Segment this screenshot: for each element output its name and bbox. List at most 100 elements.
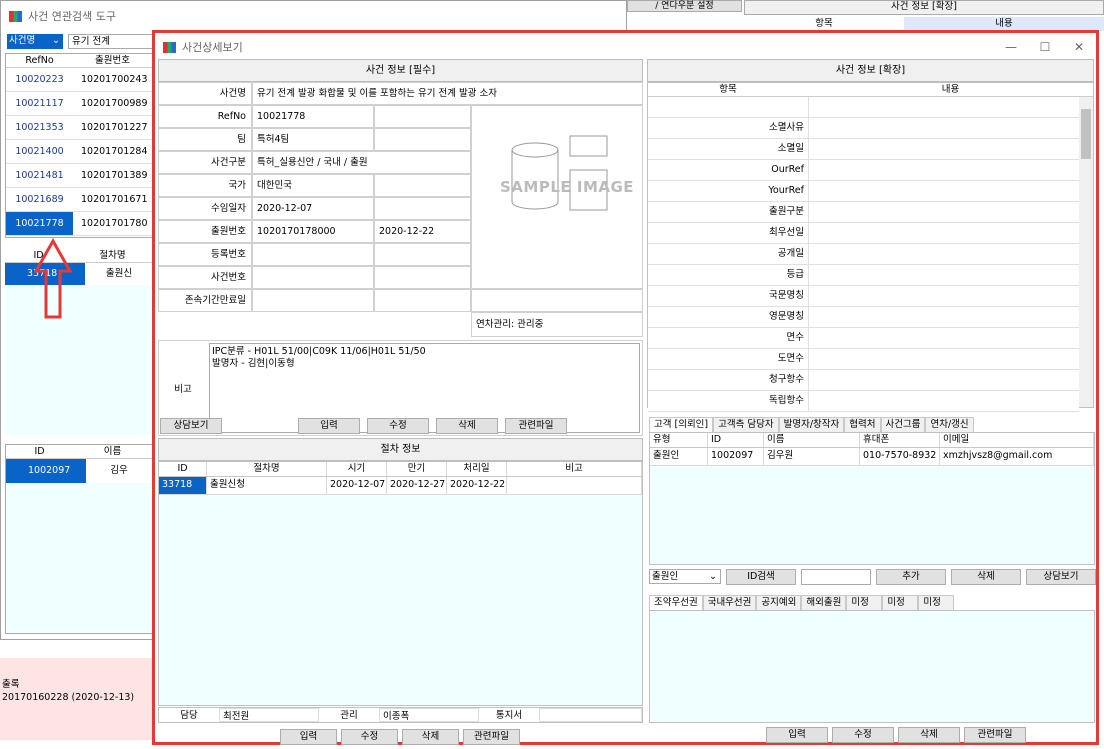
files-button[interactable]: 관련파일 bbox=[505, 418, 567, 434]
tab-client[interactable]: 연차/갱신 bbox=[925, 417, 974, 432]
status-text: 20170160228 (2020-12-13) bbox=[2, 692, 135, 703]
list-item[interactable]: 1002097 김우 bbox=[6, 459, 152, 483]
table-row[interactable]: 33718 출원신청 2020-12-07 2020-12-27 2020-12-22 bbox=[159, 477, 642, 495]
ext-item-value[interactable] bbox=[808, 307, 1079, 328]
bg-top-button[interactable]: / 연다우분 설정 bbox=[627, 0, 742, 12]
cell: 10021400 bbox=[6, 140, 73, 163]
tab-client[interactable]: 협력처 bbox=[844, 417, 881, 432]
country-label: 국가 bbox=[158, 174, 252, 197]
ext-row[interactable]: 출원구분 bbox=[648, 202, 1079, 223]
list-item[interactable]: 10020223 10201700243 bbox=[6, 68, 152, 92]
ext-row[interactable]: 도면수 bbox=[648, 349, 1079, 370]
close-icon[interactable]: ✕ bbox=[1062, 40, 1096, 54]
proc-files-button[interactable]: 관련파일 bbox=[463, 729, 520, 745]
ext-row[interactable]: 최우선일 bbox=[648, 223, 1079, 244]
cell bbox=[507, 477, 642, 494]
tab-priority[interactable]: 공지예외 bbox=[756, 595, 802, 610]
bottom-delete-button[interactable]: 삭제 bbox=[898, 727, 960, 743]
client-consult-button[interactable]: 상담보기 bbox=[1026, 569, 1096, 585]
receipt-date-field[interactable]: 2020-12-07 bbox=[252, 197, 374, 220]
ext-item-value[interactable] bbox=[808, 349, 1079, 370]
search-type-dropdown[interactable]: 사건명 ⌄ bbox=[7, 34, 63, 49]
maximize-icon[interactable]: ☐ bbox=[1028, 40, 1062, 54]
list-item[interactable]: 33718 출원신 bbox=[5, 263, 153, 285]
proc-input-button[interactable]: 입력 bbox=[280, 729, 337, 745]
edit-button[interactable]: 수정 bbox=[367, 418, 429, 434]
tab-client[interactable]: 발명자/창작자 bbox=[778, 417, 845, 432]
appdate-field[interactable]: 2020-12-22 bbox=[374, 220, 471, 243]
refno-field[interactable]: 10021778 bbox=[252, 105, 374, 128]
list-item[interactable]: 10021778 10201701780 bbox=[6, 212, 152, 236]
ext-item-value[interactable] bbox=[808, 160, 1079, 181]
bottom-input-button[interactable]: 입력 bbox=[766, 727, 828, 743]
id-input[interactable] bbox=[801, 569, 871, 585]
ext-item-value[interactable] bbox=[808, 139, 1079, 160]
client-type-dropdown[interactable]: 출원인 ⌄ bbox=[649, 569, 721, 584]
ext-item-value[interactable] bbox=[808, 118, 1079, 139]
tab-priority[interactable]: 미정 bbox=[918, 595, 955, 610]
manager-field[interactable]: 최전원 bbox=[219, 708, 319, 722]
ext-item-value[interactable] bbox=[808, 97, 1079, 118]
ext-row[interactable]: OurRef bbox=[648, 160, 1079, 181]
admin-field[interactable]: 이종폭 bbox=[379, 708, 479, 722]
tab-client[interactable]: 사건그룹 bbox=[880, 417, 926, 432]
ext-item-value[interactable] bbox=[808, 265, 1079, 286]
regno-field[interactable] bbox=[252, 243, 374, 266]
table-row[interactable]: 출원인 1002097 김우원 010-7570-8932 xmzhjvsz8@gmai… bbox=[650, 448, 1094, 466]
bottom-files-button[interactable]: 관련파일 bbox=[964, 727, 1026, 743]
scrollbar-thumb[interactable] bbox=[1081, 109, 1091, 159]
proc-delete-button[interactable]: 삭제 bbox=[402, 729, 459, 745]
scrollbar[interactable] bbox=[1079, 97, 1093, 407]
client-delete-button[interactable]: 삭제 bbox=[951, 569, 1021, 585]
tab-priority[interactable]: 미정 bbox=[882, 595, 919, 610]
case-name-field[interactable]: 유기 전계 발광 화합물 및 이를 포함하는 유기 전계 발광 소자 bbox=[252, 82, 643, 105]
ext-row[interactable]: 등급 bbox=[648, 265, 1079, 286]
bottom-edit-button[interactable]: 수정 bbox=[832, 727, 894, 743]
appno-field[interactable]: 1020170178000 bbox=[252, 220, 374, 243]
type-field[interactable]: 특허_실용신안 / 국내 / 출원 bbox=[252, 151, 471, 174]
ext-row[interactable]: 영문명칭 bbox=[648, 307, 1079, 328]
ext-row[interactable]: YourRef bbox=[648, 181, 1079, 202]
delete-button[interactable]: 삭제 bbox=[436, 418, 498, 434]
list-item[interactable]: 10021117 10201700989 bbox=[6, 92, 152, 116]
add-button[interactable]: 추가 bbox=[876, 569, 946, 585]
team-field[interactable]: 특허4팀 bbox=[252, 128, 374, 151]
minimize-icon[interactable]: — bbox=[994, 40, 1028, 54]
list-item[interactable]: 10021400 10201701284 bbox=[6, 140, 152, 164]
tab-priority[interactable]: 미정 bbox=[846, 595, 883, 610]
ext-row[interactable]: 현재상태 bbox=[648, 97, 1079, 118]
ext-item-value[interactable] bbox=[808, 370, 1079, 391]
ext-item-value[interactable] bbox=[808, 391, 1079, 412]
ext-item-value[interactable] bbox=[808, 244, 1079, 265]
proc-edit-button[interactable]: 수정 bbox=[341, 729, 398, 745]
list-item[interactable]: 10021481 10201701389 bbox=[6, 164, 152, 188]
notice-field[interactable] bbox=[539, 708, 642, 722]
tab-priority[interactable]: 국내우선권 bbox=[702, 595, 757, 610]
tab-priority[interactable]: 해외출원 bbox=[801, 595, 847, 610]
ext-row[interactable]: 국문명칭 bbox=[648, 286, 1079, 307]
tab-client[interactable]: 고객 [의뢰인] bbox=[649, 417, 714, 432]
ext-item-value[interactable] bbox=[808, 181, 1079, 202]
expire-field[interactable] bbox=[252, 289, 374, 312]
tab-priority[interactable]: 조약우선권 bbox=[649, 595, 703, 610]
list-item[interactable]: 10021689 10201701671 bbox=[6, 188, 152, 212]
search-input[interactable]: 유기 전계 bbox=[68, 34, 153, 49]
ext-item-value[interactable] bbox=[808, 286, 1079, 307]
ext-row[interactable]: 독립항수 bbox=[648, 391, 1079, 412]
ext-row[interactable]: 공개일 bbox=[648, 244, 1079, 265]
ext-item-value[interactable] bbox=[808, 202, 1079, 223]
caseno-field[interactable] bbox=[252, 266, 374, 289]
expire-label: 존속기간만료일 bbox=[158, 289, 252, 312]
ext-row[interactable]: 청구항수 bbox=[648, 370, 1079, 391]
country-field[interactable]: 대한민국 bbox=[252, 174, 374, 197]
ext-item-value[interactable] bbox=[808, 223, 1079, 244]
tab-client[interactable]: 고객측 담당자 bbox=[713, 417, 779, 432]
input-button[interactable]: 입력 bbox=[298, 418, 360, 434]
id-search-button[interactable]: ID검색 bbox=[726, 569, 796, 585]
ext-row[interactable]: 소멸일 bbox=[648, 139, 1079, 160]
ext-item-value[interactable] bbox=[808, 328, 1079, 349]
ext-row[interactable]: 면수 bbox=[648, 328, 1079, 349]
ext-row[interactable]: 소멸사유 bbox=[648, 118, 1079, 139]
consult-button[interactable]: 상담보기 bbox=[160, 418, 222, 434]
list-item[interactable]: 10021353 10201701227 bbox=[6, 116, 152, 140]
